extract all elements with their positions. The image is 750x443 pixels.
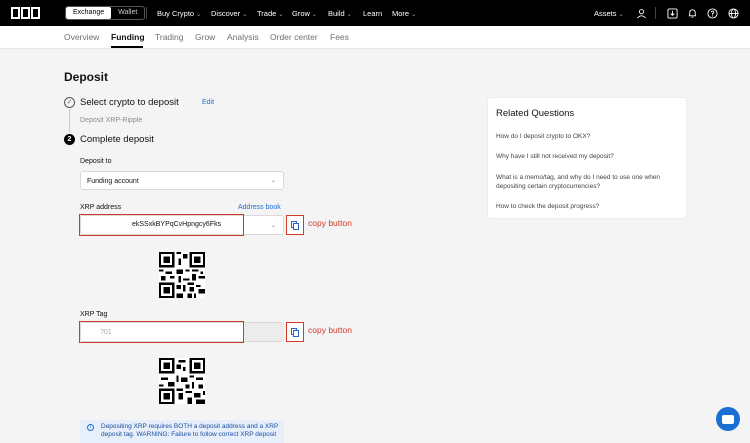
tag-field-disabled-area (244, 323, 284, 341)
step-2-number: 2 (64, 134, 75, 145)
nav-more[interactable]: More ⌄ (392, 9, 416, 18)
step-connector (69, 109, 70, 133)
nav-divider (146, 7, 147, 19)
step-2-label: Complete deposit (80, 134, 154, 145)
copy-button-annotation: copy button (308, 218, 352, 228)
address-label: XRP address (80, 204, 122, 211)
chevron-down-icon: ⌄ (270, 178, 276, 184)
tab-grow[interactable]: Grow (195, 32, 215, 42)
related-question-link[interactable]: How to check the deposit progress? (496, 202, 681, 211)
tab-trading[interactable]: Trading (155, 32, 184, 42)
related-questions-title: Related Questions (496, 108, 575, 119)
xrp-tag-warning-text: Depositing XRP requires BOTH a deposit a… (101, 423, 279, 438)
user-icon[interactable] (635, 7, 647, 19)
step-1-label: Select crypto to deposit (80, 97, 179, 108)
nav-assets[interactable]: Assets ⌄ (594, 9, 624, 18)
related-questions-panel: Related Questions How do I deposit crypt… (487, 97, 687, 219)
okx-logo[interactable] (11, 7, 40, 19)
copy-icon (291, 220, 299, 230)
copy-icon (291, 327, 299, 337)
xrp-tag-warning: i Depositing XRP requires BOTH a deposit… (80, 420, 284, 443)
nav-discover[interactable]: Discover ⌄ (211, 9, 247, 18)
support-chat-button[interactable] (716, 407, 740, 431)
chat-icon (722, 414, 734, 424)
exchange-wallet-switch: Exchange Wallet (65, 6, 146, 20)
deposit-to-value: Funding account (87, 178, 139, 185)
bell-icon[interactable] (686, 7, 698, 19)
chevron-down-icon: ⌄ (311, 12, 317, 18)
copy-button-annotation: copy button (308, 325, 352, 335)
top-navbar: Exchange Wallet Buy Crypto ⌄ Discover ⌄ Tr… (0, 0, 750, 26)
address-book-link[interactable]: Address book (238, 204, 281, 211)
info-icon: i (87, 424, 94, 431)
deposit-to-label: Deposit to (80, 158, 112, 165)
help-icon[interactable] (706, 7, 718, 19)
nav-build[interactable]: Build ⌄ (328, 9, 352, 18)
deposit-tag[interactable]: ?01 (100, 329, 112, 336)
check-icon: ✓ (64, 97, 75, 108)
related-question-link[interactable]: Why have I still not received my deposit… (496, 152, 681, 161)
tab-funding[interactable]: Funding (111, 32, 145, 42)
related-question-link[interactable]: What is a memo/tag, and why do I need to… (496, 173, 681, 191)
tab-fees[interactable]: Fees (330, 32, 349, 42)
wallet-toggle[interactable]: Wallet (111, 7, 144, 19)
address-qr-code (159, 252, 205, 298)
chevron-down-icon: ⌄ (242, 12, 248, 18)
tab-overview[interactable]: Overview (64, 32, 99, 42)
page-title: Deposit (64, 70, 109, 84)
chevron-down-icon: ⌄ (196, 12, 202, 18)
deposit-to-select[interactable]: Funding account ⌄ (80, 171, 284, 190)
nav-learn[interactable]: Learn (363, 9, 382, 18)
copy-tag-button[interactable] (286, 322, 304, 342)
download-icon[interactable] (666, 7, 678, 19)
chevron-down-icon: ⌄ (270, 223, 276, 229)
chevron-down-icon: ⌄ (411, 12, 417, 18)
sub-navbar: Overview Funding Trading Grow Analysis O… (0, 26, 750, 49)
selected-crypto: Deposit XRP-Ripple (80, 117, 143, 124)
edit-link[interactable]: Edit (202, 99, 214, 106)
exchange-toggle[interactable]: Exchange (66, 7, 112, 19)
tab-analysis[interactable]: Analysis (227, 32, 259, 42)
chevron-down-icon: ⌄ (618, 12, 624, 18)
nav-divider (655, 7, 656, 19)
tag-qr-code (159, 358, 205, 404)
deposit-address[interactable]: ekSSxkBYPqCvHpngcy6Fks (132, 221, 221, 228)
nav-grow[interactable]: Grow ⌄ (292, 9, 317, 18)
tab-order-center[interactable]: Order center (270, 32, 318, 42)
tag-label: XRP Tag (80, 311, 108, 318)
globe-icon[interactable] (727, 7, 739, 19)
active-tab-indicator (111, 46, 143, 48)
nav-trade[interactable]: Trade ⌄ (257, 9, 283, 18)
related-question-link[interactable]: How do I deposit crypto to OKX? (496, 132, 681, 141)
chevron-down-icon: ⌄ (346, 12, 352, 18)
copy-address-button[interactable] (286, 215, 304, 235)
chevron-down-icon: ⌄ (278, 12, 284, 18)
nav-buy-crypto[interactable]: Buy Crypto ⌄ (157, 9, 201, 18)
